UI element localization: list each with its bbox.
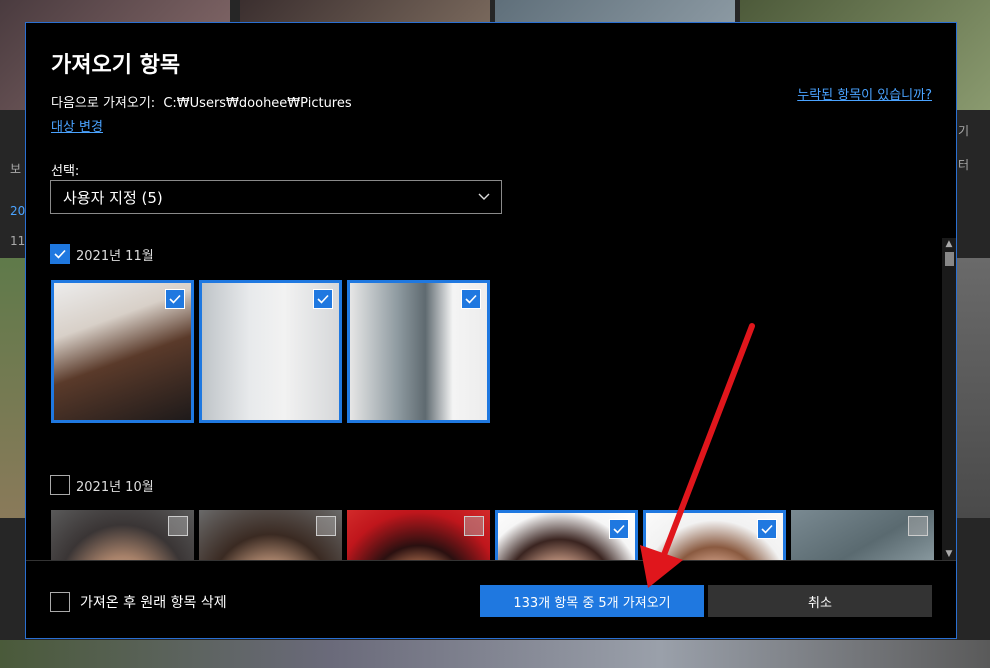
photo-checkbox[interactable]: [609, 519, 629, 539]
destination-line: 다음으로 가져오기: C:₩Users₩doohee₩Pictures: [51, 92, 356, 111]
dialog-footer: 가져온 후 원래 항목 삭제 133개 항목 중 5개 가져오기 취소: [26, 560, 956, 638]
group-checkbox[interactable]: [50, 475, 70, 495]
checkmark-icon: [761, 524, 773, 534]
photo-checkbox[interactable]: [313, 289, 333, 309]
dialog-title: 가져오기 항목: [51, 53, 181, 78]
photo-checkbox[interactable]: [757, 519, 777, 539]
checkmark-icon: [169, 294, 181, 304]
checkmark-icon: [317, 294, 329, 304]
photo-checkbox[interactable]: [464, 516, 484, 536]
background-photo: [0, 640, 990, 668]
photo-thumbnail[interactable]: [495, 510, 638, 560]
scrollbar-thumb[interactable]: [945, 252, 954, 266]
photo-checkbox[interactable]: [165, 289, 185, 309]
photo-checkbox[interactable]: [316, 516, 336, 536]
group-label: 2021년 10월: [76, 479, 154, 495]
photo-thumbnail[interactable]: [51, 510, 194, 560]
group-checkbox[interactable]: [50, 244, 70, 264]
scroll-down-icon[interactable]: ▼: [944, 549, 954, 559]
scroll-up-icon[interactable]: ▲: [944, 239, 954, 249]
photo-checkbox[interactable]: [908, 516, 928, 536]
background-label: 터: [958, 158, 970, 172]
checkmark-icon: [465, 294, 477, 304]
photo-thumbnail[interactable]: [643, 510, 786, 560]
chevron-down-icon: [478, 193, 490, 200]
photo-thumbnail[interactable]: [199, 510, 342, 560]
background-label: 보: [10, 162, 22, 176]
photo-thumbnail[interactable]: [347, 280, 490, 423]
background-photo: [956, 258, 990, 518]
delete-after-import-option[interactable]: 가져온 후 원래 항목 삭제: [50, 592, 227, 612]
checkmark-icon: [54, 249, 66, 259]
checkmark-icon: [613, 524, 625, 534]
missing-items-link[interactable]: 누락된 항목이 있습니까?: [797, 84, 932, 103]
group-header-2021-11[interactable]: 2021년 11월: [50, 244, 154, 264]
photo-checkbox[interactable]: [168, 516, 188, 536]
change-destination-link[interactable]: 대상 변경: [51, 116, 103, 135]
background-label: 11: [10, 234, 26, 248]
background-label: 20: [10, 204, 26, 218]
photo-scroll-area[interactable]: 2021년 11월 2021년 10월: [26, 238, 956, 560]
select-label: 선택:: [51, 164, 80, 179]
photo-thumbnail[interactable]: [199, 280, 342, 423]
photo-checkbox[interactable]: [461, 289, 481, 309]
background-photo: [0, 258, 26, 518]
photo-thumbnail[interactable]: [51, 280, 194, 423]
destination-label: 다음으로 가져오기:: [51, 96, 156, 111]
group-header-2021-10[interactable]: 2021년 10월: [50, 475, 154, 495]
import-dialog: 가져오기 항목 다음으로 가져오기: C:₩Users₩doohee₩Pictu…: [25, 22, 957, 639]
background-label: 기: [958, 124, 970, 138]
selection-dropdown[interactable]: 사용자 지정 (5): [50, 180, 502, 214]
selection-value: 사용자 지정 (5): [63, 189, 163, 207]
destination-path: C:₩Users₩doohee₩Pictures: [163, 96, 352, 111]
import-button[interactable]: 133개 항목 중 5개 가져오기: [480, 585, 704, 617]
delete-after-import-checkbox[interactable]: [50, 592, 70, 612]
delete-after-import-label: 가져온 후 원래 항목 삭제: [80, 595, 227, 611]
group-label: 2021년 11월: [76, 248, 154, 264]
photo-thumbnail[interactable]: [347, 510, 490, 560]
photo-thumbnail[interactable]: [791, 510, 934, 560]
cancel-button[interactable]: 취소: [708, 585, 932, 617]
vertical-scrollbar[interactable]: ▲ ▼: [942, 238, 956, 560]
